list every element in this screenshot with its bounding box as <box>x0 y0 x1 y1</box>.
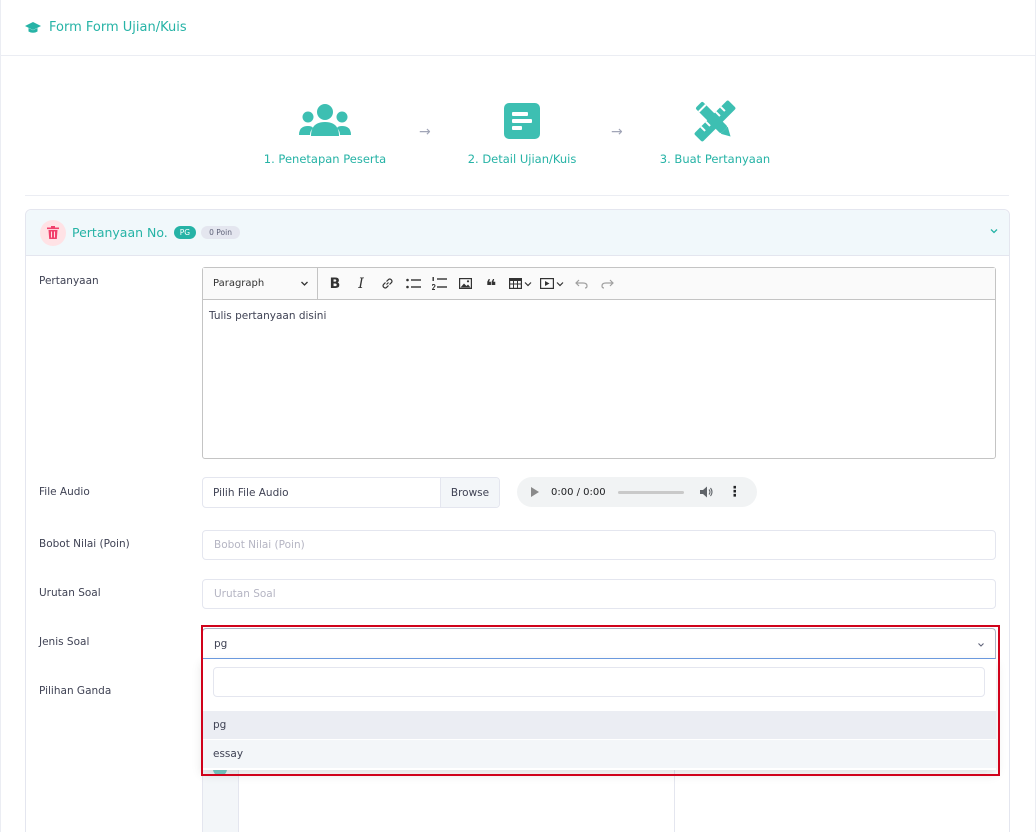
file-audio-value: Pilih File Audio <box>213 486 289 499</box>
jenis-soal-label: Jenis Soal <box>39 636 90 648</box>
step-label: 3. Buat Pertanyaan <box>659 152 771 166</box>
table-icon <box>508 278 522 289</box>
bold-button[interactable]: B <box>322 271 348 297</box>
chevron-down-icon[interactable] <box>989 226 999 236</box>
chevron-down-icon <box>524 281 531 286</box>
undo-icon <box>574 279 588 289</box>
browse-button[interactable]: Browse <box>440 478 499 507</box>
question-editor[interactable]: Paragraph B I ❝ Tulis pertanyaan disini <box>202 267 996 459</box>
media-button[interactable] <box>536 271 568 297</box>
redo-icon <box>600 279 614 289</box>
redo-button[interactable] <box>594 271 620 297</box>
option-handle-strip <box>202 770 239 832</box>
document-icon <box>504 103 540 139</box>
card-header: Form Form Ujian/Kuis <box>1 0 1035 56</box>
step-detail-ujian[interactable]: 2. Detail Ujian/Kuis <box>422 100 622 166</box>
step-buat-pertanyaan[interactable]: 3. Buat Pertanyaan <box>615 100 815 166</box>
bobot-nilai-label: Bobot Nilai (Poin) <box>39 538 130 550</box>
bold-icon: B <box>329 275 341 292</box>
form-card: Form Form Ujian/Kuis 1. Penetapan Pesert… <box>0 0 1036 832</box>
question-title: Pertanyaan No. <box>72 225 168 240</box>
bobot-nilai-input[interactable]: Bobot Nilai (Poin) <box>202 530 996 560</box>
page-title: Form Form Ujian/Kuis <box>49 20 187 35</box>
audio-time: 0:00 / 0:00 <box>551 486 606 498</box>
urutan-soal-placeholder: Urutan Soal <box>214 588 276 600</box>
bulleted-list-button[interactable] <box>400 271 426 297</box>
jenis-soal-value: pg <box>214 637 228 650</box>
editor-toolbar: Paragraph B I ❝ <box>203 268 995 300</box>
table-button[interactable] <box>504 271 536 297</box>
numbered-list-icon <box>431 276 447 290</box>
jenis-soal-dropdown: pg essay <box>202 659 996 770</box>
users-icon <box>299 104 351 136</box>
pertanyaan-label: Pertanyaan <box>39 275 99 287</box>
question-type-badge: PG <box>173 226 197 239</box>
blockquote-button[interactable]: ❝ <box>478 271 504 297</box>
paragraph-dropdown[interactable]: Paragraph <box>203 268 318 299</box>
italic-icon: I <box>358 275 364 292</box>
chevron-down-icon <box>556 281 564 286</box>
stepper: 1. Penetapan Peserta → 2. Detail Ujian/K… <box>1 100 1035 180</box>
question-points-badge: 0 Poin <box>201 226 240 239</box>
step-label: 2. Detail Ujian/Kuis <box>467 152 577 166</box>
link-button[interactable] <box>374 271 400 297</box>
chevron-down-icon <box>301 281 308 286</box>
divider <box>25 195 1009 196</box>
link-icon <box>381 278 393 289</box>
quote-icon: ❝ <box>485 275 497 297</box>
jenis-soal-select[interactable]: pg <box>202 628 996 659</box>
media-icon <box>540 278 554 289</box>
paragraph-label: Paragraph <box>213 278 265 289</box>
image-button[interactable] <box>452 271 478 297</box>
step-penetapan-peserta[interactable]: 1. Penetapan Peserta <box>225 100 425 166</box>
italic-button[interactable]: I <box>348 271 374 297</box>
question-panel-header[interactable]: Pertanyaan No. PG 0 Poin <box>26 210 1009 256</box>
delete-question-button[interactable] <box>40 219 66 246</box>
volume-icon[interactable] <box>699 486 714 498</box>
file-audio-label: File Audio <box>39 486 90 498</box>
image-icon <box>458 278 472 289</box>
option-pg[interactable]: pg <box>202 711 996 739</box>
option-essay[interactable]: essay <box>202 740 996 768</box>
pilihan-ganda-label: Pilihan Ganda <box>39 685 112 697</box>
undo-button[interactable] <box>568 271 594 297</box>
chevron-down-icon <box>978 643 984 647</box>
step-label: 1. Penetapan Peserta <box>263 152 387 166</box>
numbered-list-button[interactable] <box>426 271 452 297</box>
audio-player[interactable]: 0:00 / 0:00 ⋮ <box>517 477 757 507</box>
dropdown-search-input[interactable] <box>213 667 985 697</box>
trash-icon <box>47 226 59 239</box>
urutan-soal-input[interactable]: Urutan Soal <box>202 579 996 609</box>
bobot-nilai-placeholder: Bobot Nilai (Poin) <box>214 539 305 551</box>
bulleted-list-icon <box>405 278 421 288</box>
divider <box>674 770 675 832</box>
editor-content[interactable]: Tulis pertanyaan disini <box>203 300 995 332</box>
file-audio-input[interactable]: Pilih File Audio Browse <box>202 477 500 508</box>
graduation-cap-icon <box>25 21 41 33</box>
pencil-ruler-icon <box>694 100 736 142</box>
play-icon[interactable] <box>531 487 539 497</box>
audio-progress-slider[interactable] <box>617 490 684 494</box>
urutan-soal-label: Urutan Soal <box>39 587 101 599</box>
more-options-icon[interactable]: ⋮ <box>728 484 742 500</box>
